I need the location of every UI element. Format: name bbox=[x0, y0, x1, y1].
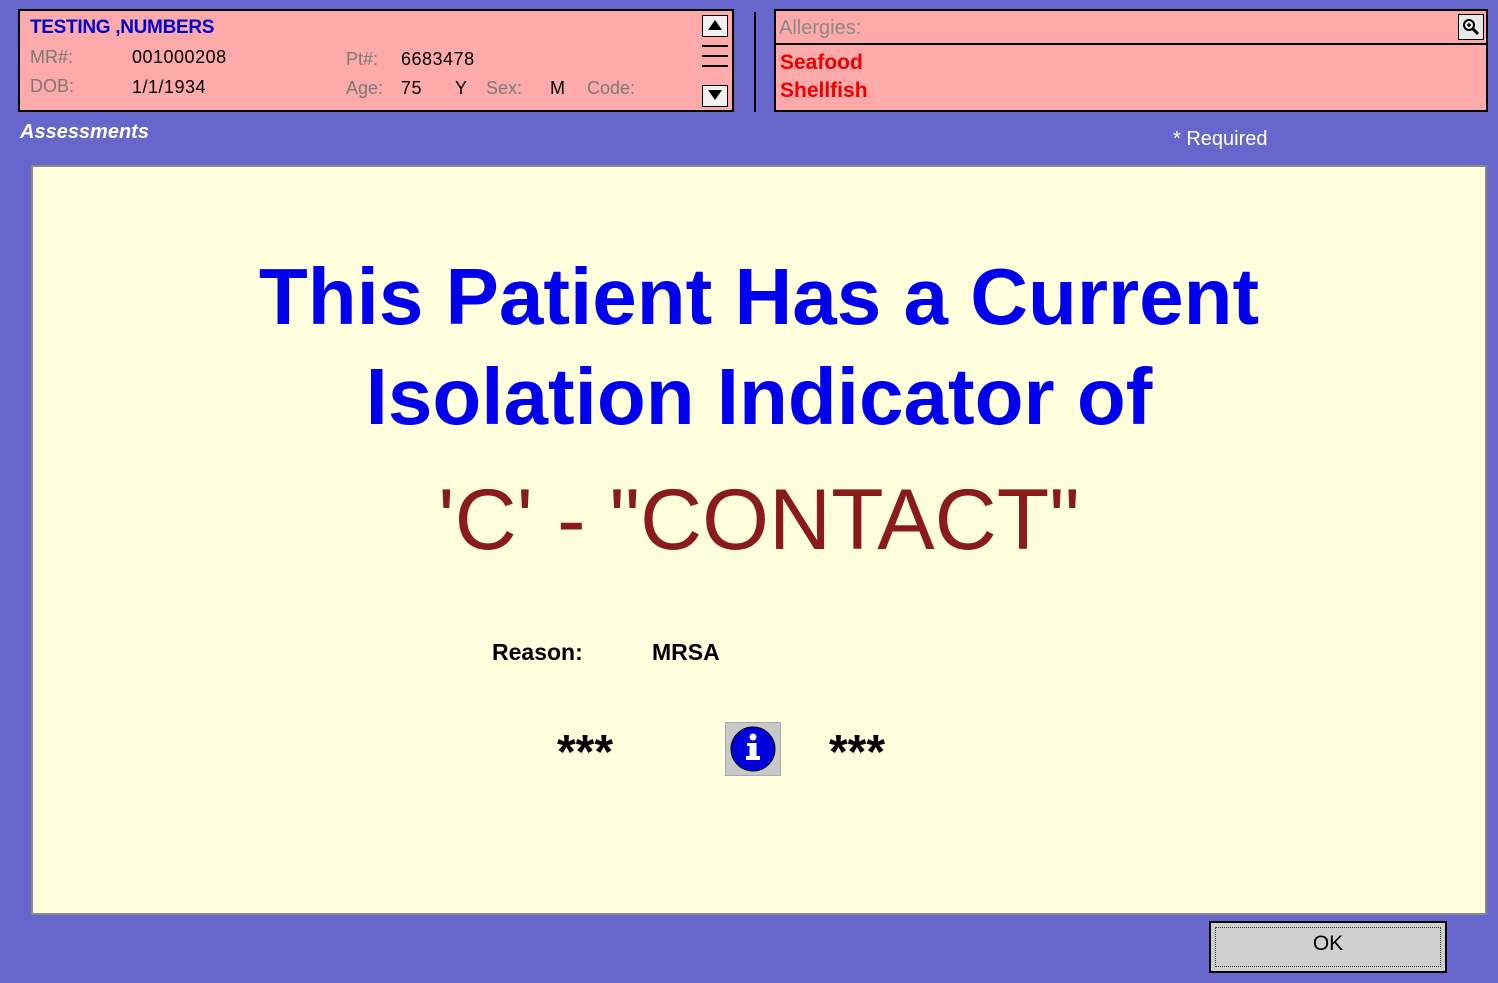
dob-label: DOB: bbox=[30, 76, 75, 96]
required-note: * Required bbox=[1173, 128, 1268, 150]
reason-label: Reason: bbox=[492, 639, 583, 665]
sex-label: Sex: bbox=[486, 78, 523, 98]
arrow-up-icon bbox=[708, 20, 722, 30]
patient-scrollbar[interactable] bbox=[702, 15, 730, 109]
section-title: Assessments bbox=[20, 121, 149, 143]
arrow-down-icon bbox=[708, 90, 722, 100]
stars-left: *** bbox=[557, 726, 614, 779]
allergy-item-seafood: Seafood bbox=[780, 51, 863, 74]
isolation-alert-panel: This Patient Has a Current Isolation Ind… bbox=[31, 165, 1487, 915]
allergy-item-shellfish: Shellfish bbox=[780, 79, 868, 102]
scroll-up-button[interactable] bbox=[702, 15, 728, 37]
alert-heading-line2: Isolation Indicator of bbox=[365, 352, 1153, 441]
pt-label: Pt#: bbox=[346, 49, 379, 69]
isolation-indicator: 'C' - "CONTACT" bbox=[438, 472, 1080, 568]
allergies-title: Allergies: bbox=[779, 17, 862, 39]
patient-info-panel: TESTING ,NUMBERS MR#: 001000208 Pt#: 668… bbox=[18, 9, 734, 112]
info-icon bbox=[730, 726, 776, 772]
patient-name: TESTING ,NUMBERS bbox=[30, 17, 215, 38]
dob-value: 1/1/1934 bbox=[132, 77, 207, 97]
mr-label: MR#: bbox=[30, 47, 74, 67]
ok-label: OK bbox=[1312, 932, 1344, 955]
age-label: Age: bbox=[346, 78, 384, 98]
magnifier-icon bbox=[1463, 19, 1480, 36]
stars-right: *** bbox=[829, 726, 886, 779]
sex-value: M bbox=[550, 78, 566, 98]
info-button[interactable] bbox=[725, 722, 781, 776]
scroll-thumb[interactable] bbox=[702, 41, 728, 83]
ok-button[interactable]: OK bbox=[1209, 921, 1447, 973]
panel-divider bbox=[754, 12, 756, 112]
pt-value: 6683478 bbox=[401, 49, 475, 69]
code-label: Code: bbox=[587, 78, 636, 98]
mr-value: 001000208 bbox=[132, 47, 227, 67]
age-value: 75 bbox=[401, 78, 423, 98]
scroll-down-button[interactable] bbox=[702, 85, 728, 107]
age-unit: Y bbox=[455, 78, 468, 98]
allergies-header: Allergies: bbox=[776, 11, 1486, 45]
alert-heading-line1: This Patient Has a Current bbox=[258, 252, 1260, 341]
allergies-panel: Allergies: Seafood Shellfish bbox=[774, 9, 1488, 112]
zoom-button[interactable] bbox=[1458, 14, 1484, 40]
reason-value: MRSA bbox=[652, 639, 720, 665]
